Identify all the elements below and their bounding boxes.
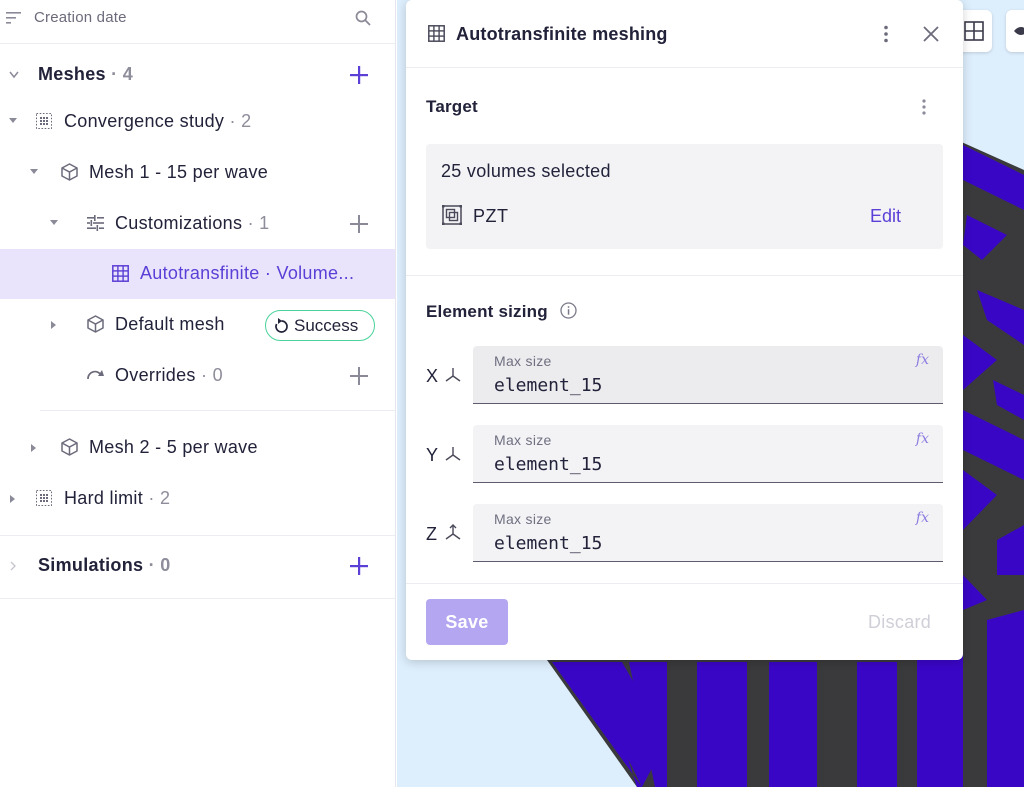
max-size-y-input[interactable]: element_15	[494, 454, 874, 475]
grid-icon	[428, 25, 445, 42]
caret-right-icon[interactable]	[51, 320, 57, 330]
cube-icon	[61, 438, 78, 456]
add-override-plus-icon[interactable]	[349, 366, 369, 386]
caret-right-icon[interactable]	[31, 443, 37, 453]
tree-item-mesh-2[interactable]: Mesh 2 - 5 per wave	[0, 423, 395, 473]
mesh-2-label: Mesh 2 - 5 per wave	[89, 437, 258, 457]
customizations-count: 1	[259, 213, 270, 233]
info-icon[interactable]	[560, 302, 577, 319]
sort-bar: Creation date	[0, 0, 395, 44]
customizations-label: Customizations	[115, 213, 243, 233]
chevron-right-icon[interactable]	[10, 561, 16, 571]
formula-icon[interactable]: fx	[916, 431, 929, 447]
eye-icon	[1014, 27, 1024, 35]
hard-limit-count: 2	[159, 488, 171, 508]
default-mesh-label: Default mesh	[115, 314, 225, 334]
formula-icon[interactable]: fx	[916, 510, 929, 526]
formula-icon[interactable]: fx	[916, 352, 929, 368]
tree-item-customizations[interactable]: Customizations · 1	[0, 199, 395, 249]
divider	[406, 275, 963, 276]
dialog-title: Autotransfinite meshing	[456, 24, 668, 44]
convergence-count: 2	[241, 111, 252, 131]
divider	[0, 535, 395, 536]
divider	[0, 598, 395, 599]
caret-down-icon[interactable]	[8, 118, 18, 124]
tree-item-meshes[interactable]: Meshes · 4	[0, 50, 395, 100]
grid-dots-icon	[36, 490, 52, 506]
mesh-1-label: Mesh 1 - 15 per wave	[89, 162, 269, 182]
add-mesh-plus-icon[interactable]	[349, 65, 369, 85]
field-label: Max size	[494, 353, 552, 369]
max-size-x-field[interactable]: Max size fx element_15	[473, 346, 943, 404]
overrides-label: Overrides	[115, 365, 196, 385]
axis-icon	[445, 524, 461, 540]
target-item-label: PZT	[473, 206, 509, 226]
tree-item-autotransfinite[interactable]: Autotransfinite · Volume...	[0, 249, 395, 299]
caret-down-icon[interactable]	[29, 169, 39, 175]
overrides-count: 0	[212, 365, 223, 385]
simulations-label: Simulations	[38, 555, 144, 575]
target-count: 25 volumes selected	[441, 161, 611, 181]
caret-right-icon[interactable]	[10, 494, 16, 504]
tune-icon	[87, 215, 104, 231]
max-size-x-input[interactable]: element_15	[494, 375, 874, 396]
sort-icon[interactable]	[6, 11, 22, 25]
tree-item-overrides[interactable]: Overrides · 0	[0, 351, 395, 401]
divider	[406, 583, 963, 584]
target-kebab-icon[interactable]	[922, 99, 926, 115]
field-label: Max size	[494, 432, 552, 448]
max-size-z-input[interactable]: element_15	[494, 533, 874, 554]
caret-down-icon[interactable]	[49, 220, 59, 226]
max-size-z-field[interactable]: Max size fx element_15	[473, 504, 943, 562]
axis-icon	[445, 368, 461, 382]
target-section-title: Target	[426, 97, 478, 116]
convergence-label: Convergence study	[64, 111, 225, 131]
autotransfinite-label: Autotransfinite	[140, 263, 260, 283]
close-icon[interactable]	[922, 25, 940, 43]
meshes-label: Meshes	[38, 64, 106, 84]
cube-icon	[87, 315, 104, 333]
element-sizing-title: Element sizing	[426, 302, 548, 321]
kebab-icon[interactable]	[884, 25, 888, 43]
search-icon[interactable]	[355, 10, 371, 26]
tree-item-hard-limit[interactable]: Hard limit · 2	[0, 474, 395, 524]
tree-item-default-mesh[interactable]: Default mesh Success	[0, 300, 395, 350]
axis-y-label: Y	[426, 445, 439, 465]
tree-item-mesh-1[interactable]: Mesh 1 - 15 per wave	[0, 148, 395, 198]
sort-label[interactable]: Creation date	[34, 9, 127, 26]
chevron-down-icon[interactable]	[9, 71, 19, 79]
mesh-tree-panel: Creation date Meshes · 4 Convergence stu…	[0, 0, 396, 787]
cube-icon	[61, 163, 78, 181]
max-size-y-field[interactable]: Max size fx element_15	[473, 425, 943, 483]
axis-icon	[445, 447, 461, 461]
view-visibility-button[interactable]	[1006, 10, 1024, 52]
discard-button[interactable]: Discard	[868, 612, 931, 633]
save-button[interactable]: Save	[426, 599, 508, 645]
hard-limit-label: Hard limit	[64, 488, 144, 508]
refresh-icon	[275, 318, 288, 333]
grid-icon	[112, 265, 129, 282]
grid-layout-icon	[964, 21, 984, 41]
meshes-count: 4	[122, 64, 134, 84]
target-box: 25 volumes selected PZT Edit	[426, 144, 943, 249]
add-customization-plus-icon[interactable]	[349, 214, 369, 234]
status-text: Success	[294, 316, 359, 335]
tree-item-simulations[interactable]: Simulations · 0	[0, 541, 395, 591]
axis-z-label: Z	[426, 524, 437, 544]
axis-x-label: X	[426, 366, 439, 386]
tree-item-convergence-study[interactable]: Convergence study · 2	[0, 97, 395, 147]
simulations-count: 0	[160, 555, 171, 575]
dialog-header: Autotransfinite meshing	[406, 0, 963, 68]
status-badge: Success	[265, 310, 375, 341]
divider	[40, 410, 395, 411]
add-simulation-plus-icon[interactable]	[349, 556, 369, 576]
autotransfinite-dialog: Autotransfinite meshing Target 25 volume…	[406, 0, 963, 660]
edit-target-button[interactable]: Edit	[870, 206, 901, 227]
field-label: Max size	[494, 511, 552, 527]
grid-dots-icon	[36, 113, 52, 129]
redo-arc-icon	[87, 370, 104, 380]
autotransfinite-suffix: Volume...	[276, 263, 355, 283]
volume-icon	[442, 205, 462, 225]
